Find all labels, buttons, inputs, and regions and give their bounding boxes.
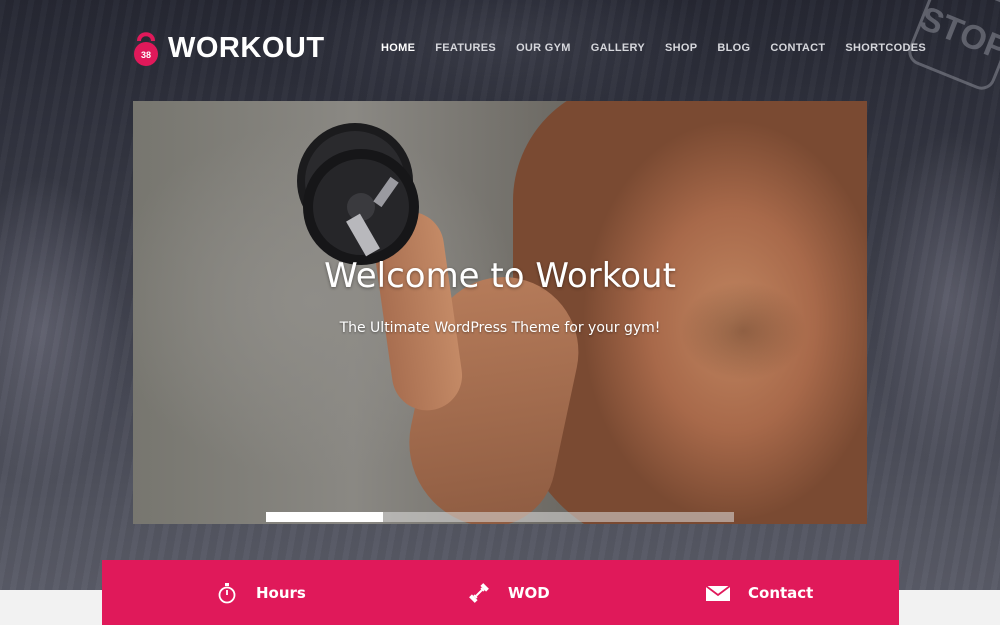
- nav-gallery[interactable]: GALLERY: [591, 42, 645, 54]
- main-nav: HOME FEATURES OUR GYM GALLERY SHOP BLOG …: [381, 42, 946, 54]
- kettlebell-icon: 38: [134, 32, 158, 66]
- slider-pagination: [266, 512, 734, 522]
- slide-dot-3[interactable]: [500, 512, 617, 522]
- nav-blog[interactable]: BLOG: [717, 42, 750, 54]
- nav-shortcodes[interactable]: SHORTCODES: [845, 42, 926, 54]
- nav-our-gym[interactable]: OUR GYM: [516, 42, 571, 54]
- dumbbell-icon: [469, 582, 489, 603]
- nav-home[interactable]: HOME: [381, 42, 415, 54]
- feature-wod[interactable]: WOD: [468, 560, 550, 625]
- stopwatch-icon: [218, 582, 236, 603]
- slide-dot-4[interactable]: [617, 512, 734, 522]
- nav-shop[interactable]: SHOP: [665, 42, 697, 54]
- nav-features[interactable]: FEATURES: [435, 42, 496, 54]
- feature-hours-label: Hours: [256, 583, 306, 602]
- svg-text:38: 38: [141, 50, 151, 60]
- slide-subtitle: The Ultimate WordPress Theme for your gy…: [339, 320, 661, 336]
- logo-text: WORKOUT: [168, 31, 325, 64]
- feature-hours[interactable]: Hours: [216, 560, 306, 625]
- feature-bar: Hours WOD Contact: [102, 560, 899, 625]
- nav-contact[interactable]: CONTACT: [770, 42, 825, 54]
- slide-dot-1[interactable]: [266, 512, 383, 522]
- site-logo[interactable]: 38 WORKOUT: [132, 28, 325, 68]
- feature-contact-label: Contact: [748, 583, 814, 602]
- slide-title: Welcome to Workout: [324, 256, 676, 296]
- feature-wod-label: WOD: [508, 583, 550, 602]
- feature-contact[interactable]: Contact: [706, 560, 813, 625]
- envelope-icon: [706, 584, 730, 601]
- hero-slider[interactable]: Welcome to Workout The Ultimate WordPres…: [133, 101, 867, 524]
- dumbbell-image: [297, 123, 419, 265]
- slide-dot-2[interactable]: [383, 512, 500, 522]
